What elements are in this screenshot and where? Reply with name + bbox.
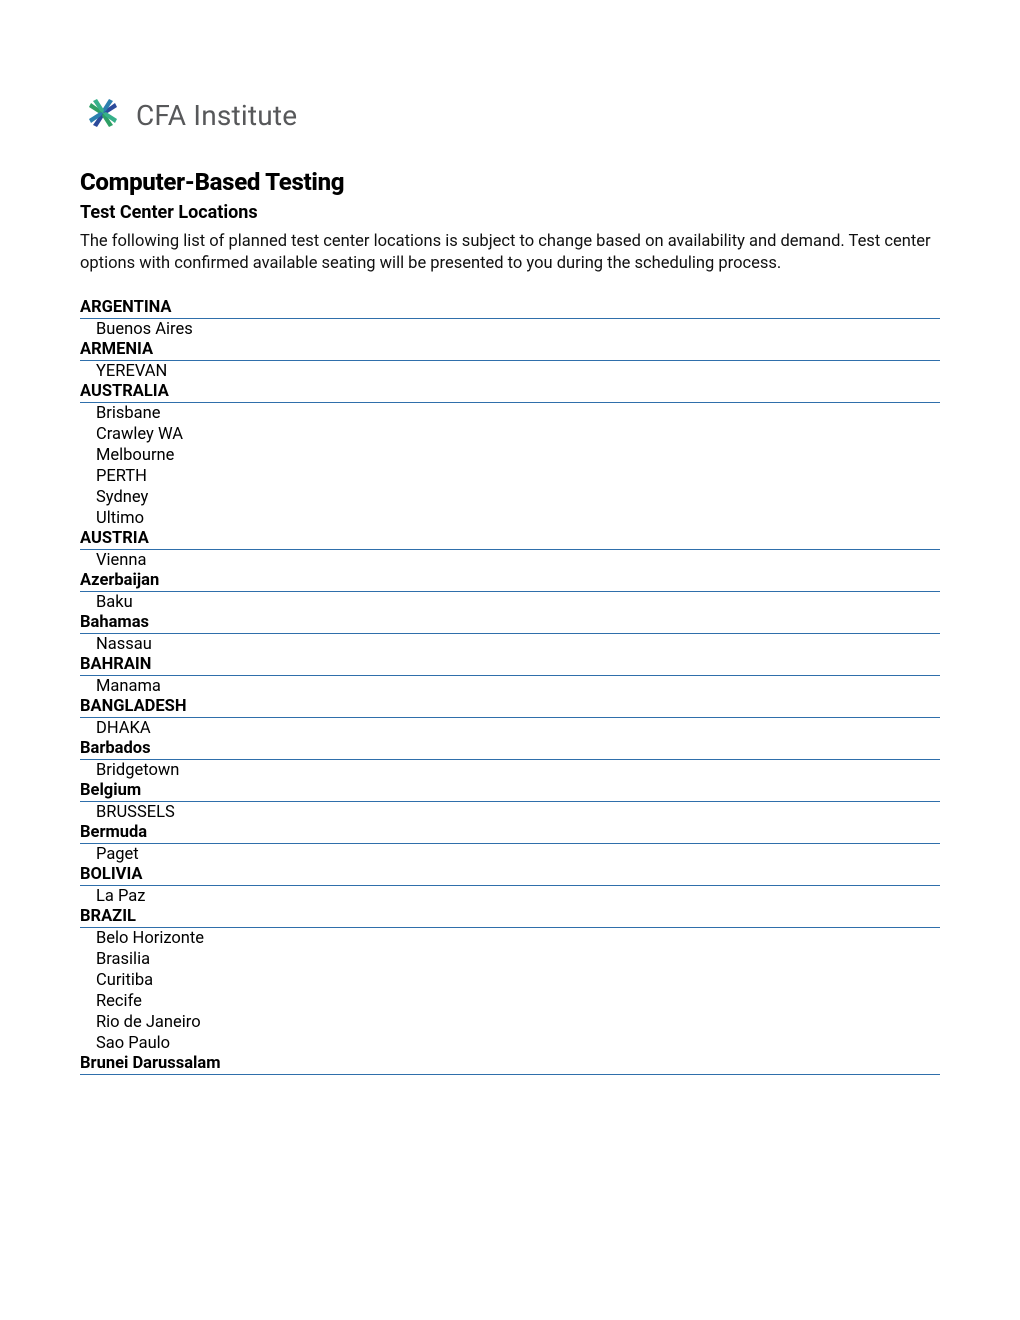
logo-row: CFA Institute	[80, 90, 940, 140]
country-name: ARMENIA	[80, 340, 940, 361]
country-name: AUSTRIA	[80, 529, 940, 550]
city-item: Sao Paulo	[80, 1033, 940, 1054]
city-item: Vienna	[80, 550, 940, 571]
city-item: BRUSSELS	[80, 802, 940, 823]
city-item: Manama	[80, 676, 940, 697]
city-item: Bridgetown	[80, 760, 940, 781]
city-item: PERTH	[80, 466, 940, 487]
city-item: Sydney	[80, 487, 940, 508]
city-item: Buenos Aires	[80, 319, 940, 340]
city-item: Brasilia	[80, 949, 940, 970]
country-name: Bermuda	[80, 823, 940, 844]
city-item: Curitiba	[80, 970, 940, 991]
city-item: Rio de Janeiro	[80, 1012, 940, 1033]
country-name: BOLIVIA	[80, 865, 940, 886]
country-name: Barbados	[80, 739, 940, 760]
countries-list: ARGENTINABuenos AiresARMENIAYEREVANAUSTR…	[80, 298, 940, 1075]
page-subtitle: Test Center Locations	[80, 202, 940, 223]
city-item: La Paz	[80, 886, 940, 907]
country-name: Brunei Darussalam	[80, 1054, 940, 1075]
city-item: Recife	[80, 991, 940, 1012]
city-item: Ultimo	[80, 508, 940, 529]
city-item: Brisbane	[80, 403, 940, 424]
city-item: Baku	[80, 592, 940, 613]
city-item: YEREVAN	[80, 361, 940, 382]
logo-text: CFA Institute	[136, 99, 297, 132]
country-name: Azerbaijan	[80, 571, 940, 592]
city-item: Melbourne	[80, 445, 940, 466]
country-name: BAHRAIN	[80, 655, 940, 676]
city-item: Belo Horizonte	[80, 928, 940, 949]
city-item: Crawley WA	[80, 424, 940, 445]
page-title: Computer-Based Testing	[80, 168, 940, 196]
city-item: Paget	[80, 844, 940, 865]
country-name: ARGENTINA	[80, 298, 940, 319]
country-name: BRAZIL	[80, 907, 940, 928]
document-page: CFA Institute Computer-Based Testing Tes…	[0, 0, 1020, 1135]
city-item: DHAKA	[80, 718, 940, 739]
country-name: BANGLADESH	[80, 697, 940, 718]
cfa-logo-icon	[80, 90, 126, 140]
country-name: Bahamas	[80, 613, 940, 634]
intro-paragraph: The following list of planned test cente…	[80, 231, 940, 276]
city-item: Nassau	[80, 634, 940, 655]
country-name: Belgium	[80, 781, 940, 802]
country-name: AUSTRALIA	[80, 382, 940, 403]
